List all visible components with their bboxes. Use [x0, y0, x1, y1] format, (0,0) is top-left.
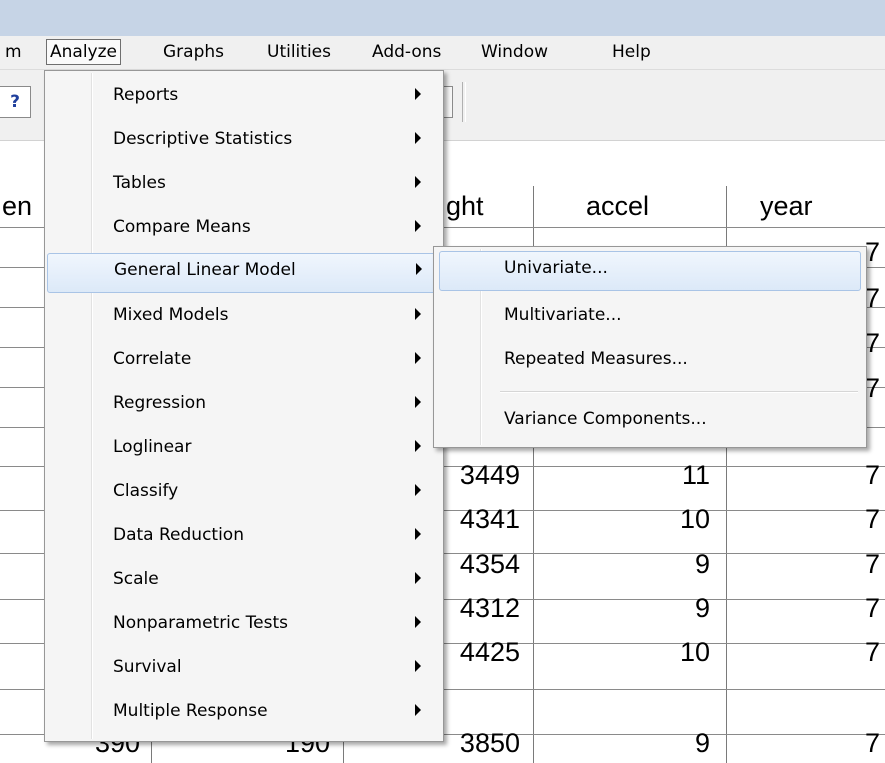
- menu-item-label: Tables: [113, 173, 166, 193]
- submenu-arrow-icon: [415, 308, 421, 320]
- menu-item-tables[interactable]: Tables: [47, 167, 439, 205]
- menu-item-mixed-models[interactable]: Mixed Models: [47, 299, 439, 337]
- menu-analyze[interactable]: Analyze: [46, 39, 121, 65]
- submenu-arrow-icon: [415, 132, 421, 144]
- table-cell-accel[interactable]: 9: [600, 544, 710, 584]
- menu-item-label: Descriptive Statistics: [113, 129, 293, 149]
- menu-help[interactable]: Help: [609, 40, 654, 64]
- menu-item-label: Regression: [113, 393, 206, 413]
- submenu-arrow-icon: [415, 440, 421, 452]
- submenu-arrow-icon: [415, 528, 421, 540]
- help-icon: ?: [10, 92, 20, 112]
- general-linear-model-submenu: Univariate... Multivariate... Repeated M…: [433, 246, 867, 448]
- toolbar-separator: [462, 82, 466, 122]
- menu-item-label: Multiple Response: [113, 701, 268, 721]
- menu-item-compare-means[interactable]: Compare Means: [47, 211, 439, 249]
- table-cell-year[interactable]: 7: [840, 544, 880, 584]
- column-header-accel[interactable]: accel: [586, 186, 649, 226]
- submenu-arrow-icon: [415, 176, 421, 188]
- menu-item-label: General Linear Model: [114, 260, 296, 280]
- table-cell-accel[interactable]: 10: [600, 632, 710, 672]
- menu-item-regression[interactable]: Regression: [47, 387, 439, 425]
- table-cell-year[interactable]: 7: [840, 723, 880, 763]
- submenu-arrow-icon: [416, 263, 422, 275]
- menu-item-label: Scale: [113, 569, 159, 589]
- submenu-arrow-icon: [415, 572, 421, 584]
- menu-item-classify[interactable]: Classify: [47, 475, 439, 513]
- menu-item-label: Compare Means: [113, 217, 251, 237]
- menu-item-label: Data Reduction: [113, 525, 244, 545]
- menu-item-nonparametric-tests[interactable]: Nonparametric Tests: [47, 607, 439, 645]
- submenu-arrow-icon: [415, 396, 421, 408]
- menu-item-multiple-response[interactable]: Multiple Response: [47, 695, 439, 733]
- submenu-arrow-icon: [415, 220, 421, 232]
- table-cell-accel[interactable]: 9: [600, 588, 710, 628]
- menu-item-general-linear-model[interactable]: General Linear Model: [47, 253, 439, 293]
- help-button[interactable]: ?: [0, 86, 31, 118]
- menu-add-ons[interactable]: Add-ons: [369, 40, 444, 64]
- menu-item-variance-components[interactable]: Variance Components...: [436, 403, 860, 441]
- submenu-arrow-icon: [415, 660, 421, 672]
- menu-item-correlate[interactable]: Correlate: [47, 343, 439, 381]
- table-cell-year[interactable]: 7: [840, 455, 880, 495]
- table-cell-accel[interactable]: 10: [600, 499, 710, 539]
- menu-utilities[interactable]: Utilities: [264, 40, 334, 64]
- submenu-arrow-icon: [415, 616, 421, 628]
- menu-item-label: Correlate: [113, 349, 192, 369]
- table-cell-year[interactable]: 7: [840, 499, 880, 539]
- table-cell-year[interactable]: 7: [840, 632, 880, 672]
- menu-item-label: Univariate...: [504, 258, 608, 278]
- menu-item-label: Loglinear: [113, 437, 192, 457]
- menu-item-label: Variance Components...: [504, 409, 707, 429]
- menu-item-descriptive-statistics[interactable]: Descriptive Statistics: [47, 123, 439, 161]
- menu-item-reports[interactable]: Reports: [47, 79, 439, 117]
- column-header-year[interactable]: year: [760, 186, 813, 226]
- menu-item-univariate[interactable]: Univariate...: [439, 251, 861, 291]
- menubar: m Analyze Graphs Utilities Add-ons Windo…: [0, 36, 885, 70]
- analyze-menu: Reports Descriptive Statistics Tables Co…: [44, 70, 444, 742]
- menu-item-label: Repeated Measures...: [504, 349, 688, 369]
- menu-item-label: Nonparametric Tests: [113, 613, 288, 633]
- menu-transform-partial[interactable]: m: [2, 40, 25, 64]
- menu-item-loglinear[interactable]: Loglinear: [47, 431, 439, 469]
- menu-item-label: Classify: [113, 481, 179, 501]
- menu-item-label: Multivariate...: [504, 305, 622, 325]
- table-cell-accel[interactable]: 11: [600, 455, 710, 495]
- submenu-arrow-icon: [415, 704, 421, 716]
- menu-item-scale[interactable]: Scale: [47, 563, 439, 601]
- menu-window[interactable]: Window: [478, 40, 551, 64]
- submenu-arrow-icon: [415, 484, 421, 496]
- submenu-arrow-icon: [415, 352, 421, 364]
- menu-item-repeated-measures[interactable]: Repeated Measures...: [436, 343, 860, 381]
- table-cell-accel[interactable]: 9: [600, 723, 710, 763]
- window-title-strip: [0, 0, 885, 36]
- menu-item-data-reduction[interactable]: Data Reduction: [47, 519, 439, 557]
- menu-item-label: Reports: [113, 85, 179, 105]
- menu-item-survival[interactable]: Survival: [47, 651, 439, 689]
- menu-item-multivariate[interactable]: Multivariate...: [436, 299, 860, 337]
- table-cell-year[interactable]: 7: [840, 588, 880, 628]
- menu-item-label: Survival: [113, 657, 182, 677]
- menu-graphs[interactable]: Graphs: [160, 40, 227, 64]
- column-header-weight[interactable]: ght: [446, 186, 484, 226]
- column-header-partial[interactable]: en: [2, 186, 32, 226]
- menu-item-label: Mixed Models: [113, 305, 229, 325]
- menu-separator: [500, 391, 858, 393]
- submenu-arrow-icon: [415, 88, 421, 100]
